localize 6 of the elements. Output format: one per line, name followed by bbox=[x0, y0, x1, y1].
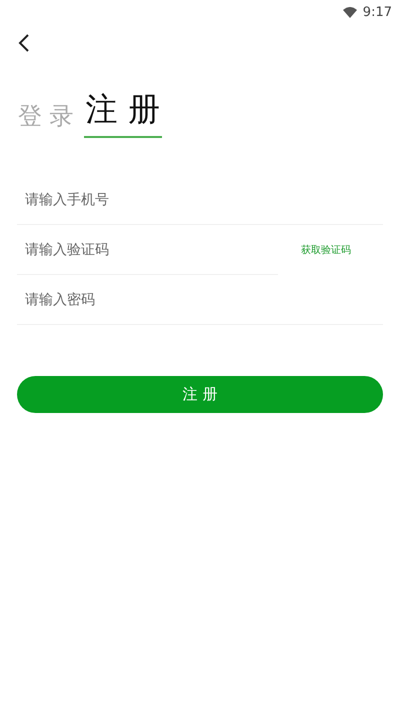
register-button[interactable]: 注 册 bbox=[17, 376, 383, 413]
tab[interactable]: 注 册 bbox=[84, 88, 162, 138]
tab[interactable]: 登 录 bbox=[16, 100, 76, 138]
wifi-icon bbox=[342, 6, 357, 18]
clock-time: 9:17 bbox=[362, 4, 392, 20]
get-code-link[interactable]: 获取验证码 bbox=[299, 241, 353, 259]
